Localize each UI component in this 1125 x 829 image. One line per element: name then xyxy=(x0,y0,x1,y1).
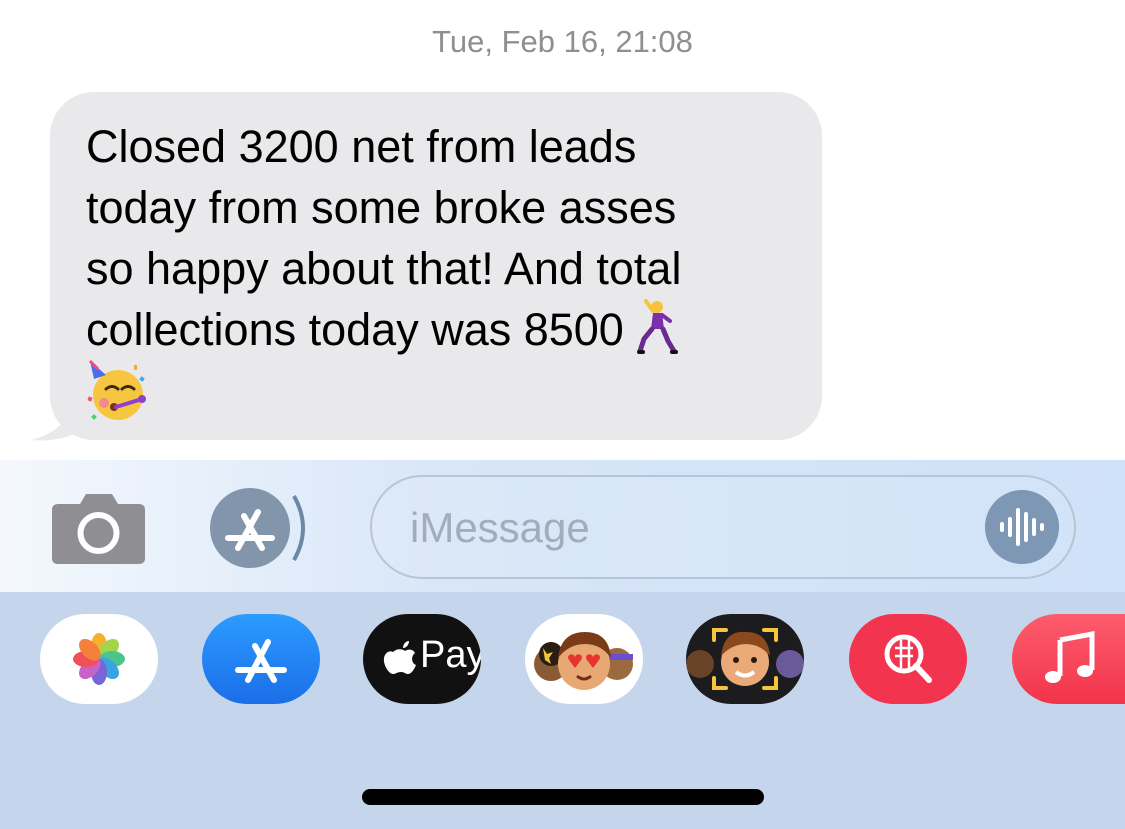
message-input-placeholder: iMessage xyxy=(410,504,590,551)
app-store-app-button[interactable] xyxy=(202,614,320,704)
camera-icon[interactable] xyxy=(52,492,145,564)
music-app-button[interactable] xyxy=(1012,614,1125,704)
search-images-app-button[interactable] xyxy=(849,614,967,704)
partying-face-emoji xyxy=(87,359,146,420)
timestamp: Tue, Feb 16, 21:08 xyxy=(432,24,693,59)
memoji-stickers-app-button[interactable] xyxy=(525,614,643,704)
apple-pay-label: Pay xyxy=(420,634,481,676)
message-text: Closed 3200 net from leads today from so… xyxy=(86,116,806,360)
photos-icon xyxy=(73,633,125,685)
message-text-content: Closed 3200 net from leads today from so… xyxy=(86,121,682,355)
memoji-icon xyxy=(686,628,804,690)
man-dancing-emoji xyxy=(637,299,679,354)
home-indicator xyxy=(362,789,764,805)
apple-pay-app-button[interactable]: Pay xyxy=(363,614,481,704)
search-images-icon xyxy=(884,634,932,683)
audio-waveform-icon[interactable] xyxy=(985,490,1059,564)
photos-app-button[interactable] xyxy=(40,614,158,704)
app-store-icon xyxy=(235,639,287,683)
app-store-icon[interactable] xyxy=(208,486,318,570)
memoji-app-button[interactable] xyxy=(686,614,804,704)
music-icon xyxy=(1045,630,1095,683)
bubble-tail xyxy=(32,398,86,441)
memoji-stickers-icon xyxy=(534,632,633,690)
